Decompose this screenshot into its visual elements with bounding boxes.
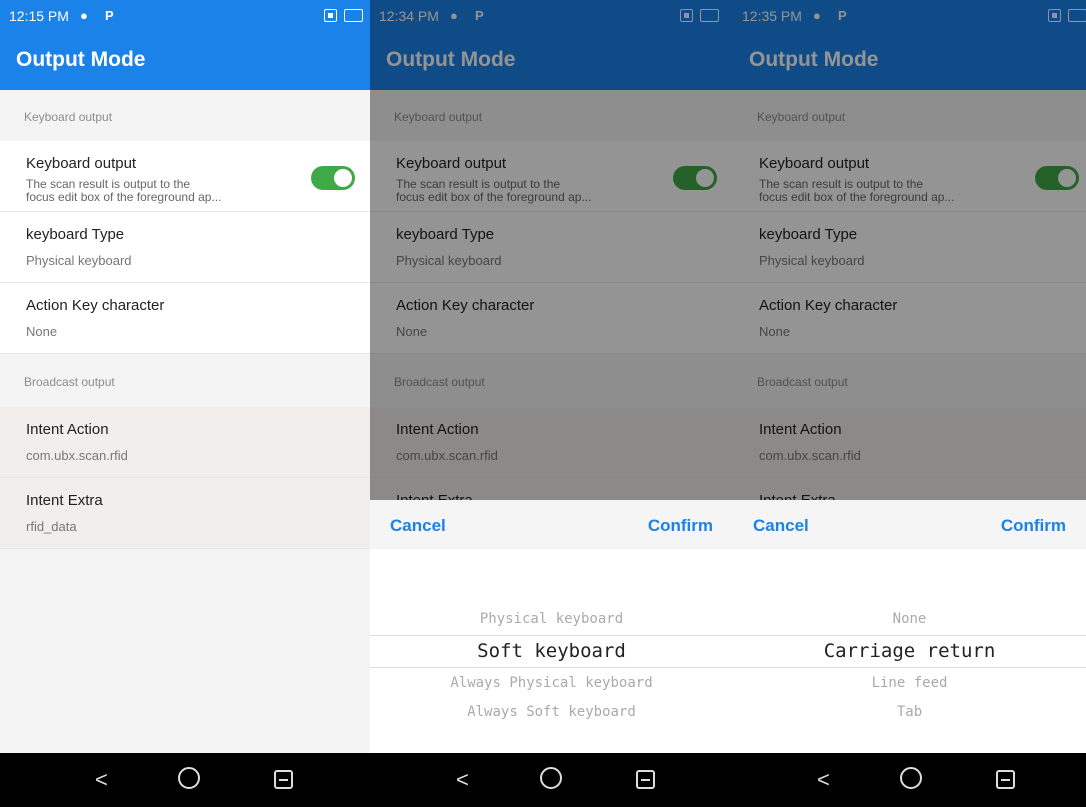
action-key-item[interactable]: Action Key character None: [0, 283, 370, 354]
screen-1: 12:15 PM ● P Output Mode Keyboard output…: [0, 0, 370, 807]
section-header-broadcast: Broadcast output: [0, 355, 370, 406]
item-title: Intent Extra: [26, 492, 103, 509]
nav-bar: <: [733, 753, 1086, 807]
picker-toolbar: Cancel Confirm: [370, 500, 733, 549]
keyboard-output-toggle[interactable]: [311, 166, 355, 190]
home-icon[interactable]: [540, 767, 562, 789]
intent-extra-item[interactable]: Intent Extra rfid_data: [0, 478, 370, 549]
keyboard-type-item[interactable]: keyboard Type Physical keyboard: [0, 212, 370, 283]
keyboard-output-item[interactable]: Keyboard output The scan result is outpu…: [0, 141, 370, 212]
picker-option-selected[interactable]: Soft keyboard: [370, 640, 733, 662]
item-value: None: [26, 324, 58, 339]
back-icon[interactable]: <: [817, 767, 830, 793]
picker-sheet: Cancel Confirm None Carriage return Line…: [733, 500, 1086, 753]
picker-divider: [733, 635, 1086, 636]
item-description: The scan result is output to the focus e…: [26, 178, 256, 204]
shield-icon: ●: [80, 8, 88, 23]
status-bar: 12:15 PM ● P: [0, 0, 370, 32]
confirm-button[interactable]: Confirm: [1001, 516, 1066, 536]
item-title: Keyboard output: [26, 155, 137, 172]
picker-option-selected[interactable]: Carriage return: [733, 640, 1086, 662]
nav-bar: <: [370, 753, 733, 807]
recents-icon[interactable]: [636, 770, 655, 789]
battery-charging-icon: [344, 9, 363, 22]
home-icon[interactable]: [178, 767, 200, 789]
screen-3: 12:35 PM ● P Output Mode Keyboard output…: [733, 0, 1086, 807]
home-icon[interactable]: [900, 767, 922, 789]
item-value: rfid_data: [26, 519, 77, 534]
sim-icon: [324, 9, 337, 22]
picker-divider: [733, 667, 1086, 668]
recents-icon[interactable]: [996, 770, 1015, 789]
picker-divider: [370, 667, 733, 668]
section-label: Broadcast output: [24, 375, 115, 389]
picker-divider: [370, 635, 733, 636]
parking-icon: P: [105, 8, 114, 23]
item-value: Physical keyboard: [26, 253, 132, 268]
picker-option[interactable]: Always Physical keyboard: [370, 675, 733, 691]
cancel-button[interactable]: Cancel: [753, 516, 809, 536]
back-icon[interactable]: <: [95, 767, 108, 793]
item-title: Action Key character: [26, 297, 165, 314]
section-label: Keyboard output: [24, 110, 113, 124]
intent-action-item[interactable]: Intent Action com.ubx.scan.rfid: [0, 407, 370, 478]
nav-bar: <: [0, 753, 370, 807]
app-bar: Output Mode: [0, 32, 370, 90]
item-title: Intent Action: [26, 421, 109, 438]
item-description-line-2: focus edit box of the foreground ap...: [26, 190, 222, 204]
picker-option[interactable]: Line feed: [733, 675, 1086, 691]
picker-option[interactable]: Tab: [733, 704, 1086, 720]
picker-option[interactable]: None: [733, 611, 1086, 627]
recents-icon[interactable]: [274, 770, 293, 789]
screen-2: 12:34 PM ● P Output Mode Keyboard output…: [370, 0, 733, 807]
picker-sheet: Cancel Confirm Physical keyboard Soft ke…: [370, 500, 733, 753]
cancel-button[interactable]: Cancel: [390, 516, 446, 536]
confirm-button[interactable]: Confirm: [648, 516, 713, 536]
picker-option[interactable]: Physical keyboard: [370, 611, 733, 627]
page-title: Output Mode: [16, 48, 146, 71]
section-header-keyboard: Keyboard output: [0, 90, 370, 141]
status-time: 12:15 PM: [9, 8, 69, 24]
settings-list: Keyboard output Keyboard output The scan…: [0, 90, 370, 753]
back-icon[interactable]: <: [456, 767, 469, 793]
item-value: com.ubx.scan.rfid: [26, 448, 128, 463]
picker-toolbar: Cancel Confirm: [733, 500, 1086, 549]
triptych: 12:15 PM ● P Output Mode Keyboard output…: [0, 0, 1086, 807]
picker-option[interactable]: Always Soft keyboard: [370, 704, 733, 720]
item-title: keyboard Type: [26, 226, 125, 243]
